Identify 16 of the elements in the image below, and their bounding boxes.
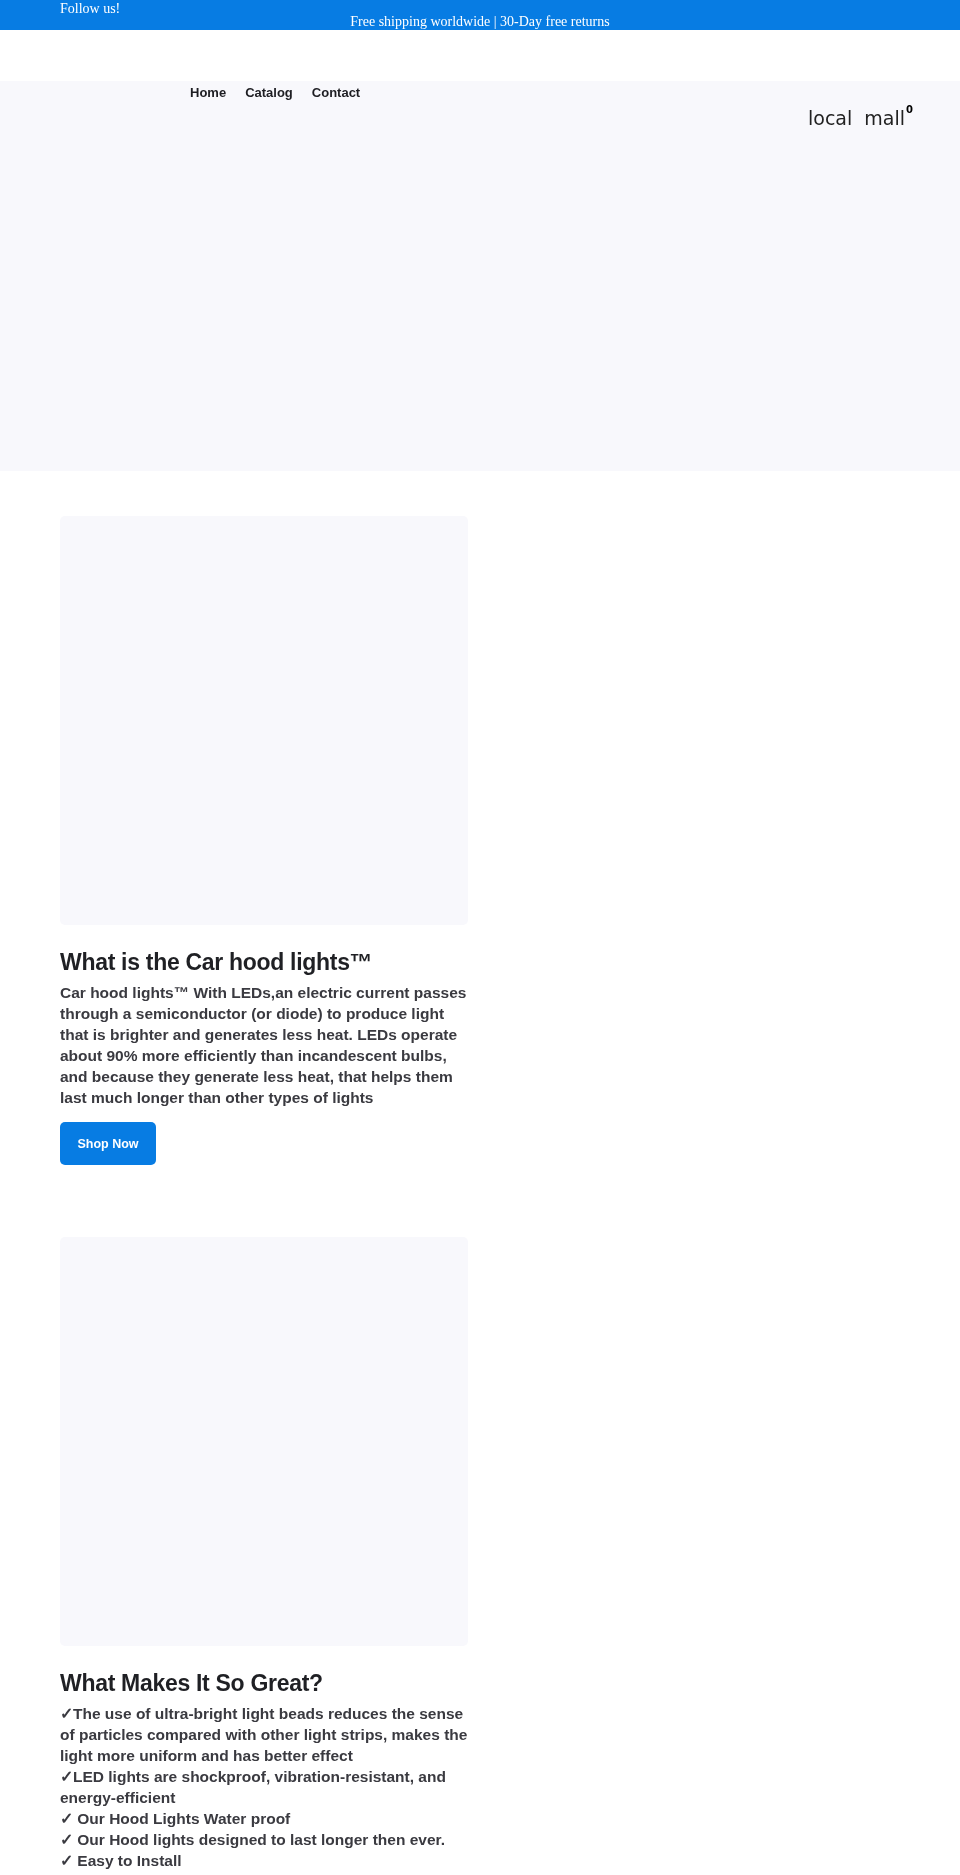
announcement-text: Free shipping worldwide | 30-Day free returns xyxy=(350,14,610,30)
nav-link[interactable]: Contact xyxy=(311,85,361,100)
store-logo[interactable]: local mall xyxy=(808,107,906,129)
section-heading: What Makes It So Great? xyxy=(60,1670,324,1697)
feature-line: ✓ Our Hood lights designed to last longer then ever. xyxy=(60,1830,447,1850)
follow-link[interactable]: Follow us! xyxy=(60,1,121,17)
cart-count: 0 xyxy=(906,104,914,115)
feature-line: ✓The use of ultra-bright light beads reduces the sense of particles compared with other light strips, makes the light more uniform and has better effect xyxy=(60,1704,469,1766)
feature-line: ✓ Our Hood Lights Water proof xyxy=(60,1809,292,1829)
feature-line: ✓LED lights are shockproof, vibration-resistant, and energy-efficient xyxy=(60,1767,447,1808)
shop-now-button[interactable]: Shop Now xyxy=(60,1122,156,1165)
nav-link[interactable]: Catalog xyxy=(245,85,293,100)
feature-line: ✓ Easy to Install xyxy=(60,1851,183,1871)
section-heading: What is the Car hood lights™ xyxy=(60,949,374,976)
section-text: Car hood lights™ With LEDs,an electric current passes through a semiconductor (or diode) to produce light that is brighter and generates less heat. LEDs operate about 90% more efficiently than incandescent bulbs, and because they generate less heat, that helps them last much longer than other types of lights xyxy=(60,983,468,1108)
nav-link[interactable]: Home xyxy=(190,85,227,100)
